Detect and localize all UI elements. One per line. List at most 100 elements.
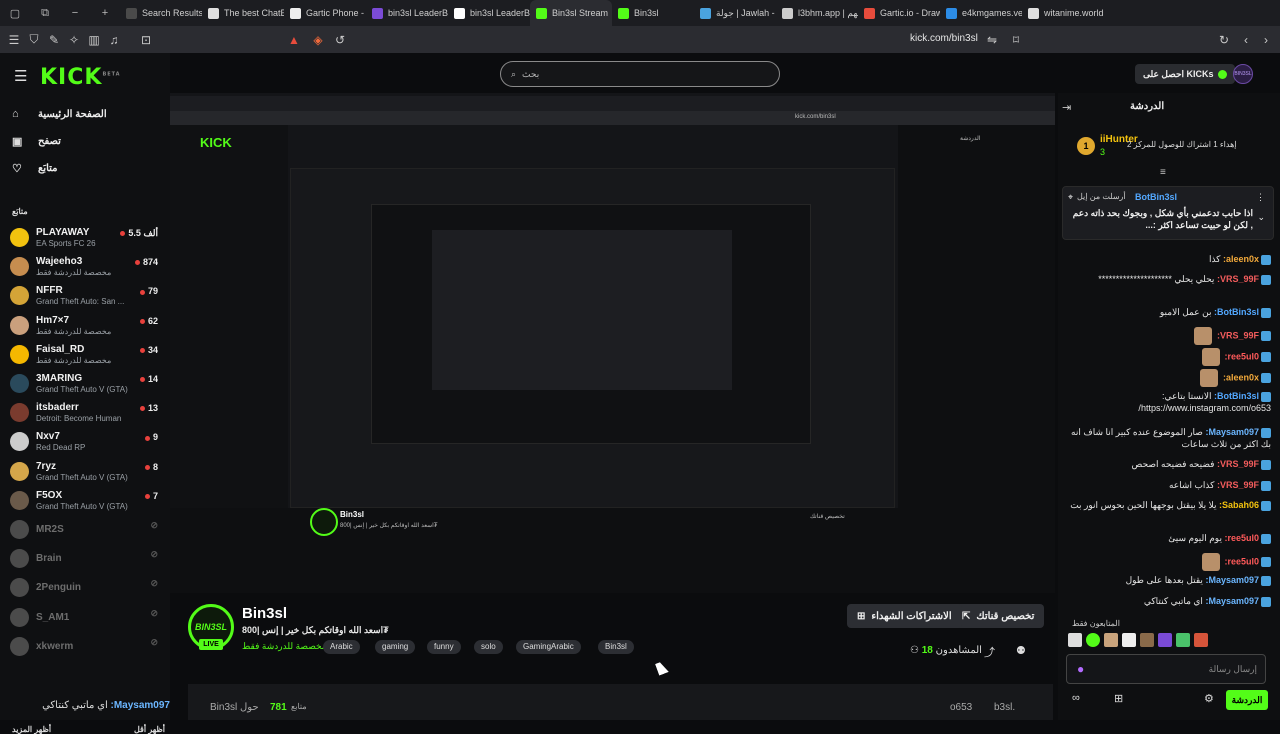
music-icon[interactable]: ♫ (104, 33, 124, 47)
chat-message[interactable]: Maysam097: يقتل بعدها على طول (1066, 574, 1271, 586)
sidebar-icon[interactable]: ▥ (84, 33, 104, 47)
stream-tag[interactable]: Bin3sl (598, 640, 634, 654)
browser-tab[interactable]: Gartic.io - Draw, G (858, 0, 940, 26)
emote-icon[interactable] (1176, 633, 1190, 647)
sidebar-channel[interactable]: Nxv7 Red Dead RP 9 (10, 429, 160, 455)
chat-username[interactable]: Maysam097: (1205, 596, 1259, 606)
chat-message[interactable]: VRS_99F: (1066, 327, 1271, 345)
chat-message[interactable]: aleen0x: (1066, 369, 1271, 387)
reload-side-icon[interactable]: ↺ (330, 33, 350, 47)
chat-message[interactable]: ree5ul0: يوم اليوم سيئ (1066, 532, 1271, 544)
screenshot-icon[interactable]: ⊡ (136, 33, 156, 47)
chat-message[interactable]: BotBin3sl: بن عمل الامبو (1066, 306, 1271, 318)
chat-message[interactable]: Sabah06: يلا يلا بيقتل بوجهها الحين بحوس… (1066, 499, 1271, 511)
pinned-message[interactable]: ⌖ أرسلت من إيل BotBin3sl اذا حابب تدعمني… (1062, 186, 1274, 240)
show-more-button[interactable]: أظهر المزيد (12, 725, 51, 734)
settings-icon[interactable]: ⚙ (1204, 692, 1214, 705)
chat-username[interactable]: VRS_99F: (1217, 459, 1259, 469)
customize-channel-button[interactable]: ⇱ تخصيص قناتك (952, 604, 1045, 628)
chat-message[interactable]: VRS_99F: كذاب اشاعه (1066, 479, 1271, 491)
sidebar-channel[interactable]: Brain ⊘ (10, 546, 160, 572)
emote-icon[interactable] (1158, 633, 1172, 647)
back-icon[interactable]: ‹ (1236, 33, 1256, 47)
chat-username[interactable]: BotBin3sl: (1214, 307, 1259, 317)
new-tab-icon[interactable]: + (90, 7, 120, 19)
about-label[interactable]: Bin3sl حول (210, 702, 259, 713)
chat-username[interactable]: Maysam097: (1205, 575, 1259, 585)
browser-tab[interactable]: Bin3sl Stream (530, 0, 612, 26)
sidebar-channel[interactable]: PLAYAWAY EA Sports FC 26 5.5 ألف (10, 225, 160, 251)
stream-tag[interactable]: GamingArabic (516, 640, 581, 654)
show-less-button[interactable]: أظهر أقل (134, 725, 165, 734)
address-bar[interactable]: kick.com/bin3sl (910, 33, 978, 44)
emote-icon[interactable] (1122, 633, 1136, 647)
chat-username[interactable]: VRS_99F: (1217, 274, 1259, 284)
chat-message[interactable]: aleen0x: كذا (1066, 253, 1271, 265)
reload-icon[interactable]: ↻ (1214, 33, 1234, 47)
browser-tab[interactable]: e4kmgames.verc (940, 0, 1022, 26)
get-kicks-button[interactable]: احصل على KICKs (1135, 64, 1235, 84)
brave-shield-icon[interactable]: ◈ (308, 33, 328, 47)
notification-icon[interactable]: ▲ (284, 33, 304, 47)
emote-icon[interactable] (1104, 633, 1118, 647)
chat-username[interactable]: Maysam097: (1205, 427, 1259, 437)
pinned-expand-icon[interactable]: ⌄ (1257, 212, 1265, 223)
sidebar-channel[interactable]: xkwerm ⊘ (10, 634, 160, 660)
chat-username[interactable]: Sabah06: (1219, 500, 1259, 510)
stream-tag[interactable]: Arabic (323, 640, 360, 654)
kicks-icon[interactable]: ∞ (1072, 692, 1080, 704)
sidebar-nav-item[interactable]: ♡ متابَع (12, 162, 58, 175)
chat-message[interactable]: ree5ul0: (1066, 553, 1271, 571)
browser-tab[interactable]: bin3sl LeaderBoa (448, 0, 530, 26)
browser-tab[interactable]: The best ChatBot (202, 0, 284, 26)
stream-tag[interactable]: funny (427, 640, 461, 654)
mic-icon[interactable]: ● (1077, 662, 1084, 676)
shield-icon[interactable]: ⛉ (24, 32, 44, 47)
search-input[interactable]: ⌕ بحث (500, 61, 780, 87)
chat-message[interactable]: Maysam097: صار الموضوع عنده كبير انا شاف… (1066, 426, 1271, 450)
hamburger-icon[interactable]: ☰ (14, 67, 27, 85)
browser-tab[interactable]: witanime.world (1022, 0, 1104, 26)
chat-username[interactable]: VRS_99F: (1217, 330, 1259, 340)
sidebar-channel[interactable]: S_AM1 ⊘ (10, 605, 160, 631)
chat-message[interactable]: VRS_99F: فضيحه فضيحه اصحص (1066, 458, 1271, 470)
browser-tab[interactable]: l3bhm.app | لعبهم (776, 0, 858, 26)
browser-tab[interactable]: جولة | Jawlah - سد (694, 0, 776, 26)
collapse-chat-icon[interactable]: ⇥ (1062, 101, 1071, 114)
sidebar-channel[interactable]: Faisal_RD مخصصة للدردشة فقط 34 (10, 342, 160, 368)
emote-icon[interactable] (1068, 633, 1082, 647)
subscriptions-button[interactable]: ⊞ الاشتراكات الشهداء (847, 604, 962, 628)
chat-message-input[interactable]: إرسال رسالة ● (1066, 654, 1266, 684)
streamer-name[interactable]: Bin3sl (242, 605, 287, 622)
sidebar-channel[interactable]: NFFR Grand Theft Auto: San ... 79 (10, 283, 160, 309)
tab-grid-icon[interactable]: ⧉ (30, 7, 60, 20)
user-avatar[interactable]: BIN3SL (1233, 64, 1253, 84)
chat-message[interactable]: BotBin3sl: الانستا بتاعي: https://www.in… (1066, 390, 1271, 414)
chat-username[interactable]: ree5ul0: (1224, 556, 1259, 566)
chat-username[interactable]: ree5ul0: (1224, 351, 1259, 361)
chat-send-button[interactable]: الدردشة (1226, 690, 1268, 710)
sidebar-channel[interactable]: 7ryz Grand Theft Auto V (GTA) 8 (10, 459, 160, 485)
chat-message[interactable]: VRS_99F: يحلي يحلي ********************* (1066, 273, 1271, 285)
sidebar-nav-item[interactable]: ▣ تصفح (12, 135, 61, 148)
pen-icon[interactable]: ✎ (44, 33, 64, 47)
sidebar-channel[interactable]: F5OX Grand Theft Auto V (GTA) 7 (10, 488, 160, 514)
chat-filter-icon[interactable]: ≡ (1160, 167, 1166, 178)
emote-icon[interactable] (1086, 633, 1100, 647)
bookmark-icon[interactable]: ⌑ (1006, 33, 1026, 47)
follow-icon[interactable]: ⚉ (1016, 644, 1026, 657)
sidebar-channel[interactable]: 2Penguin ⊘ (10, 575, 160, 601)
sidebar-nav-item[interactable]: ⌂ الصفحة الرئيسية (12, 108, 107, 120)
sidebar-channel[interactable]: Hm7×7 مخصصة للدردشة فقط 62 (10, 313, 160, 339)
chat-message[interactable]: ree5ul0: (1066, 348, 1271, 366)
sidebar-channel[interactable]: itsbaderr Detroit: Become Human 13 (10, 400, 160, 426)
emote-icon[interactable] (1194, 633, 1208, 647)
shop-icon[interactable]: ⊞ (1114, 692, 1123, 705)
kick-logo[interactable]: KICKBETA (40, 65, 121, 90)
tune-icon[interactable]: ⇋ (982, 33, 1002, 47)
sidebar-channel[interactable]: Wajeeho3 مخصصة للدردشة فقط 874 (10, 254, 160, 280)
browser-tab[interactable]: Bin3sl (612, 0, 694, 26)
stream-tag[interactable]: solo (474, 640, 503, 654)
browser-tab[interactable]: Search Results fo (120, 0, 202, 26)
stream-tag[interactable]: gaming (375, 640, 416, 654)
